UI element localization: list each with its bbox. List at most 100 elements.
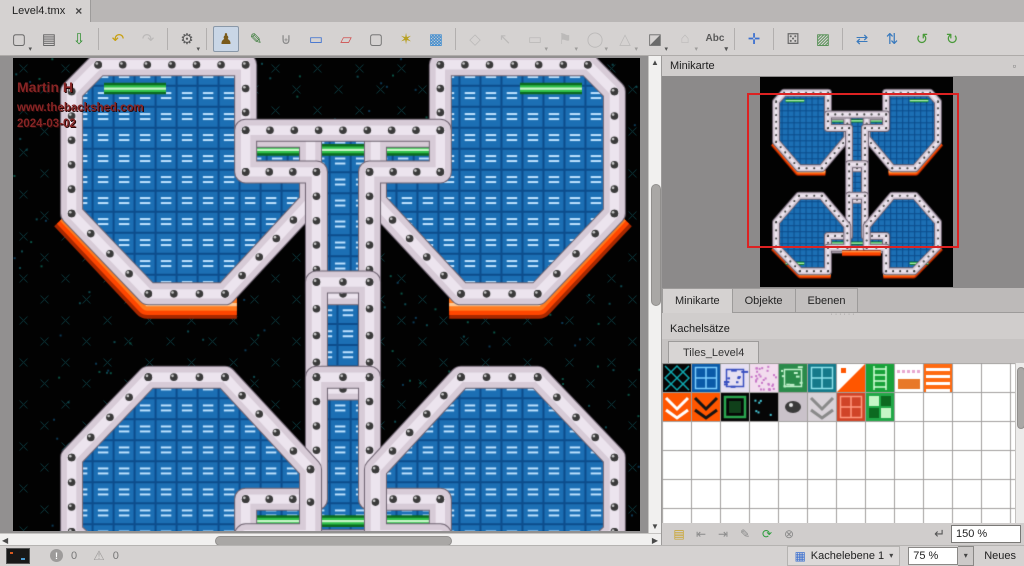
chevron-down-icon: ▾ — [544, 45, 548, 53]
minimap-panel-header: Minikarte ▫ — [662, 56, 1024, 76]
terrain-brush-tool[interactable]: ✎ — [243, 26, 269, 52]
toolbar-separator — [167, 28, 168, 50]
toolbar-separator — [773, 28, 774, 50]
undo-button[interactable]: ↶ — [105, 26, 131, 52]
map-overlay-website: www.thebackshed.com — [17, 103, 144, 115]
right-dock-panel: Minikarte ▫ MinikarteObjekteEbenen ·····… — [661, 56, 1024, 545]
chevron-down-icon: ▾ — [28, 45, 32, 53]
map-overlay-date: 2024-03-02 — [17, 119, 144, 131]
commands-button[interactable]: ⚙▾ — [174, 26, 200, 52]
save-file-button[interactable]: ⇩ — [66, 26, 92, 52]
remove-tileset-button[interactable]: ⊗ — [780, 525, 798, 543]
tile-layer-grid-icon: ▦ — [794, 549, 805, 563]
flip-horizontal-button[interactable]: ⇄ — [849, 26, 875, 52]
insert-text-tool[interactable]: Abc▾ — [702, 26, 728, 52]
tilesets-panel-title: Kachelsätze — [670, 323, 730, 335]
chevron-down-icon: ▾ — [664, 45, 668, 53]
open-file-button[interactable]: ▤ — [36, 26, 62, 52]
tileset-zoom-input[interactable]: 150 % — [951, 525, 1021, 543]
dock-tab-objekte[interactable]: Objekte — [732, 288, 796, 312]
scroll-up-arrow-icon[interactable]: ▲ — [649, 57, 661, 68]
map-view[interactable]: Martin H www.thebackshed.com 2024-03-02 — [0, 56, 648, 533]
zoom-combo-value[interactable]: 75 % — [908, 547, 958, 565]
new-tileset-button[interactable]: ▤ — [670, 525, 688, 543]
map-vscroll-thumb[interactable] — [651, 184, 661, 306]
chevron-down-icon: ▾ — [634, 45, 638, 53]
console-thumbnail-icon[interactable] — [6, 548, 30, 564]
insert-polygon-tool: △▾ — [612, 26, 638, 52]
document-tab-level4[interactable]: Level4.tmx × — [0, 0, 91, 22]
rectangular-select-tool[interactable]: ▢ — [363, 26, 389, 52]
chevron-down-icon: ▾ — [574, 45, 578, 53]
tileset-toolbar: ▤⇤⇥✎⟳⊗ ↵ 150 % — [662, 523, 1024, 545]
insert-template-tool: ⌂▾ — [672, 26, 698, 52]
toolbar-separator — [734, 28, 735, 50]
error-count-icon[interactable]: ! — [50, 549, 63, 562]
same-tile-select-tool[interactable]: ▩ — [423, 26, 449, 52]
reload-tileset-button[interactable]: ⟳ — [758, 525, 776, 543]
terrain-fill-mode-button[interactable]: ▨ — [810, 26, 836, 52]
minimap-area[interactable] — [662, 76, 1024, 288]
dock-tab-ebenen[interactable]: Ebenen — [795, 288, 859, 312]
tileset-tab-label: Tiles_Level4 — [683, 347, 744, 359]
shape-fill-tool[interactable]: ▭ — [303, 26, 329, 52]
layer-combo[interactable]: ▦ Kachelebene 1 ▾ — [787, 546, 900, 566]
tileset-vertical-scrollbar[interactable] — [1015, 363, 1024, 523]
document-tab-label: Level4.tmx — [12, 5, 65, 17]
tileset-view[interactable] — [662, 363, 1015, 523]
toolbar-separator — [98, 28, 99, 50]
bucket-fill-tool[interactable]: ⊎ — [273, 26, 299, 52]
toolbar-separator — [842, 28, 843, 50]
tilesets-panel-header: Kachelsätze ▫ — [662, 319, 1024, 339]
status-bar: ! 0 ⚠ 0 ▦ Kachelebene 1 ▾ 75 % ▾ Neues — [0, 545, 1024, 565]
embed-tileset-button[interactable]: ⇤ — [692, 525, 710, 543]
new-map-button[interactable]: ▢▾ — [6, 26, 32, 52]
toolbar-separator — [206, 28, 207, 50]
tileset-canvas[interactable] — [662, 363, 1015, 523]
transform-tool: ◇ — [462, 26, 488, 52]
warning-count-icon[interactable]: ⚠ — [93, 548, 105, 564]
new-button[interactable]: Neues — [982, 550, 1018, 562]
edit-tileset-button[interactable]: ✎ — [736, 525, 754, 543]
chevron-down-icon: ▾ — [889, 551, 893, 560]
dock-tab-minikarte[interactable]: Minikarte — [662, 288, 733, 313]
insert-tile-tool[interactable]: ◪▾ — [642, 26, 668, 52]
export-tileset-button[interactable]: ⇥ — [714, 525, 732, 543]
main-toolbar: ▢▾▤⇩↶↷⚙▾♟✎⊎▭▱▢✶▩◇↖▭▾⚑▾◯▾△▾◪▾⌂▾Abc▾✛⚄▨⇄⇅↺… — [0, 22, 1024, 56]
minimap-viewport-rect[interactable] — [747, 93, 959, 248]
random-mode-button[interactable]: ⚄ — [780, 26, 806, 52]
splitter-handle[interactable]: ······ — [662, 312, 1024, 319]
insert-point-tool: ⚑▾ — [552, 26, 578, 52]
close-tab-icon[interactable]: × — [75, 4, 82, 18]
tileset-zoom-field: ↵ 150 % — [934, 525, 1021, 543]
pan-tool[interactable]: ✛ — [741, 26, 767, 52]
dock-tab-bar: MinikarteObjekteEbenen — [662, 288, 1024, 313]
status-bar-right: ▦ Kachelebene 1 ▾ 75 % ▾ Neues — [787, 546, 1018, 566]
document-tab-bar: Level4.tmx × — [0, 0, 1024, 23]
map-overlay-text: Martin H www.thebackshed.com 2024-03-02 — [17, 80, 144, 134]
error-count: 0 — [71, 550, 77, 562]
warning-count: 0 — [113, 550, 119, 562]
flip-vertical-button[interactable]: ⇅ — [879, 26, 905, 52]
zoom-combo[interactable]: 75 % ▾ — [908, 547, 974, 565]
tileset-tab-strip: Tiles_Level4 — [662, 339, 1024, 364]
chevron-down-icon[interactable]: ▾ — [958, 546, 974, 566]
magic-wand-tool[interactable]: ✶ — [393, 26, 419, 52]
tileset-tab-tiles-level4[interactable]: Tiles_Level4 — [668, 341, 759, 364]
toolbar-separator — [455, 28, 456, 50]
float-panel-icon[interactable]: ▫ — [1013, 61, 1016, 71]
stamp-brush-tool[interactable]: ♟ — [213, 26, 239, 52]
scroll-down-arrow-icon[interactable]: ▼ — [649, 521, 661, 532]
rotate-left-button[interactable]: ↺ — [909, 26, 935, 52]
chevron-down-icon: ▾ — [694, 45, 698, 53]
map-vertical-scrollbar[interactable]: ▲ ▼ — [648, 56, 661, 533]
return-arrow-icon: ↵ — [934, 526, 945, 542]
rotate-right-button[interactable]: ↻ — [939, 26, 965, 52]
chevron-down-icon: ▾ — [724, 45, 728, 53]
tileset-vscroll-thumb[interactable] — [1017, 367, 1024, 429]
insert-rectangle-tool: ▭▾ — [522, 26, 548, 52]
eraser-tool[interactable]: ▱ — [333, 26, 359, 52]
chevron-down-icon: ▾ — [196, 45, 200, 53]
redo-button: ↷ — [135, 26, 161, 52]
layer-combo-label: Kachelebene 1 — [811, 550, 884, 562]
